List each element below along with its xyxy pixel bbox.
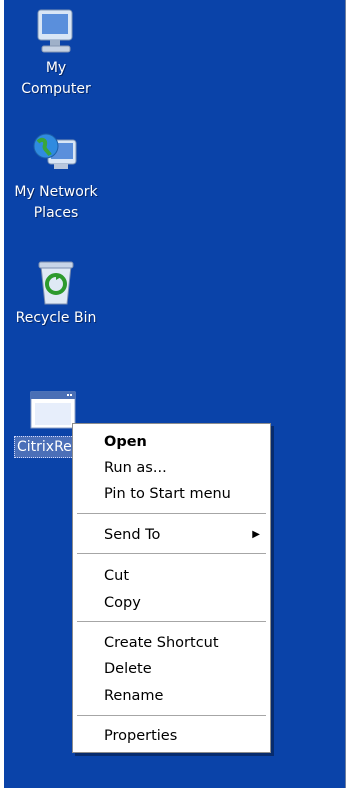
menu-item-cut[interactable]: Cut (73, 563, 270, 589)
submenu-arrow-icon: ▶ (252, 529, 260, 540)
menu-item-label: Send To (104, 527, 161, 543)
menu-item-properties[interactable]: Properties (73, 723, 270, 749)
desktop: My Computer My Network Places Recycle Bi… (4, 0, 346, 788)
context-menu: Open Run as... Pin to Start menu Send To… (72, 423, 271, 753)
desktop-icon-label: My Network Places (14, 184, 98, 221)
my-computer-icon (37, 9, 73, 53)
menu-item-label: Open (104, 434, 147, 450)
recycle-bin-icon (38, 261, 74, 305)
desktop-icon-recycle-bin[interactable]: Recycle Bin (10, 258, 102, 329)
menu-item-label: Copy (104, 595, 141, 611)
menu-separator (77, 513, 266, 514)
menu-item-create-shortcut[interactable]: Create Shortcut (73, 630, 270, 656)
menu-item-send-to[interactable]: Send To ▶ (73, 522, 270, 548)
menu-separator (77, 715, 266, 716)
menu-item-label: Run as... (104, 460, 167, 476)
menu-item-open[interactable]: Open (73, 429, 270, 455)
menu-item-label: Delete (104, 661, 152, 677)
menu-item-label: Rename (104, 688, 164, 704)
menu-item-run-as[interactable]: Run as... (73, 455, 270, 481)
menu-item-label: Properties (104, 728, 178, 744)
menu-separator (77, 621, 266, 622)
menu-item-label: Cut (104, 568, 129, 584)
menu-item-copy[interactable]: Copy (73, 590, 270, 616)
menu-item-pin-to-start[interactable]: Pin to Start menu (73, 481, 270, 507)
desktop-icon-label: My Computer (21, 60, 91, 97)
app-window-icon (30, 391, 76, 429)
desktop-icon-network-places[interactable]: My Network Places (10, 130, 102, 224)
desktop-icon-my-computer[interactable]: My Computer (10, 8, 102, 100)
menu-item-rename[interactable]: Rename (73, 683, 270, 709)
desktop-icon-label: Recycle Bin (15, 310, 97, 326)
menu-separator (77, 553, 266, 554)
menu-item-delete[interactable]: Delete (73, 656, 270, 682)
menu-item-label: Create Shortcut (104, 635, 219, 651)
menu-item-label: Pin to Start menu (104, 486, 231, 502)
network-places-icon (33, 133, 77, 169)
